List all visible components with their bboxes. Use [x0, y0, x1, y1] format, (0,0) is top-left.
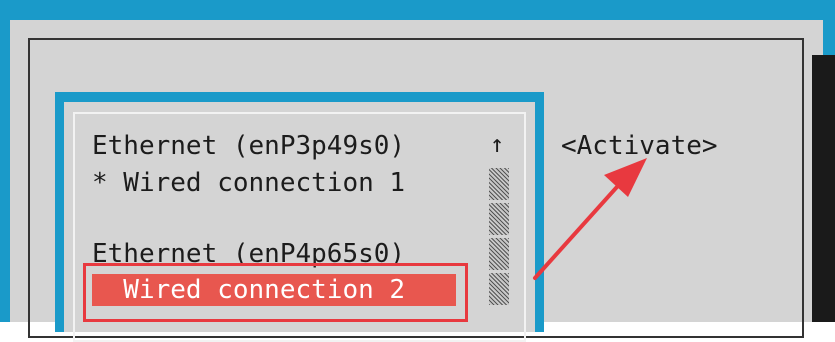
annotation-arrow-icon: [533, 158, 647, 280]
